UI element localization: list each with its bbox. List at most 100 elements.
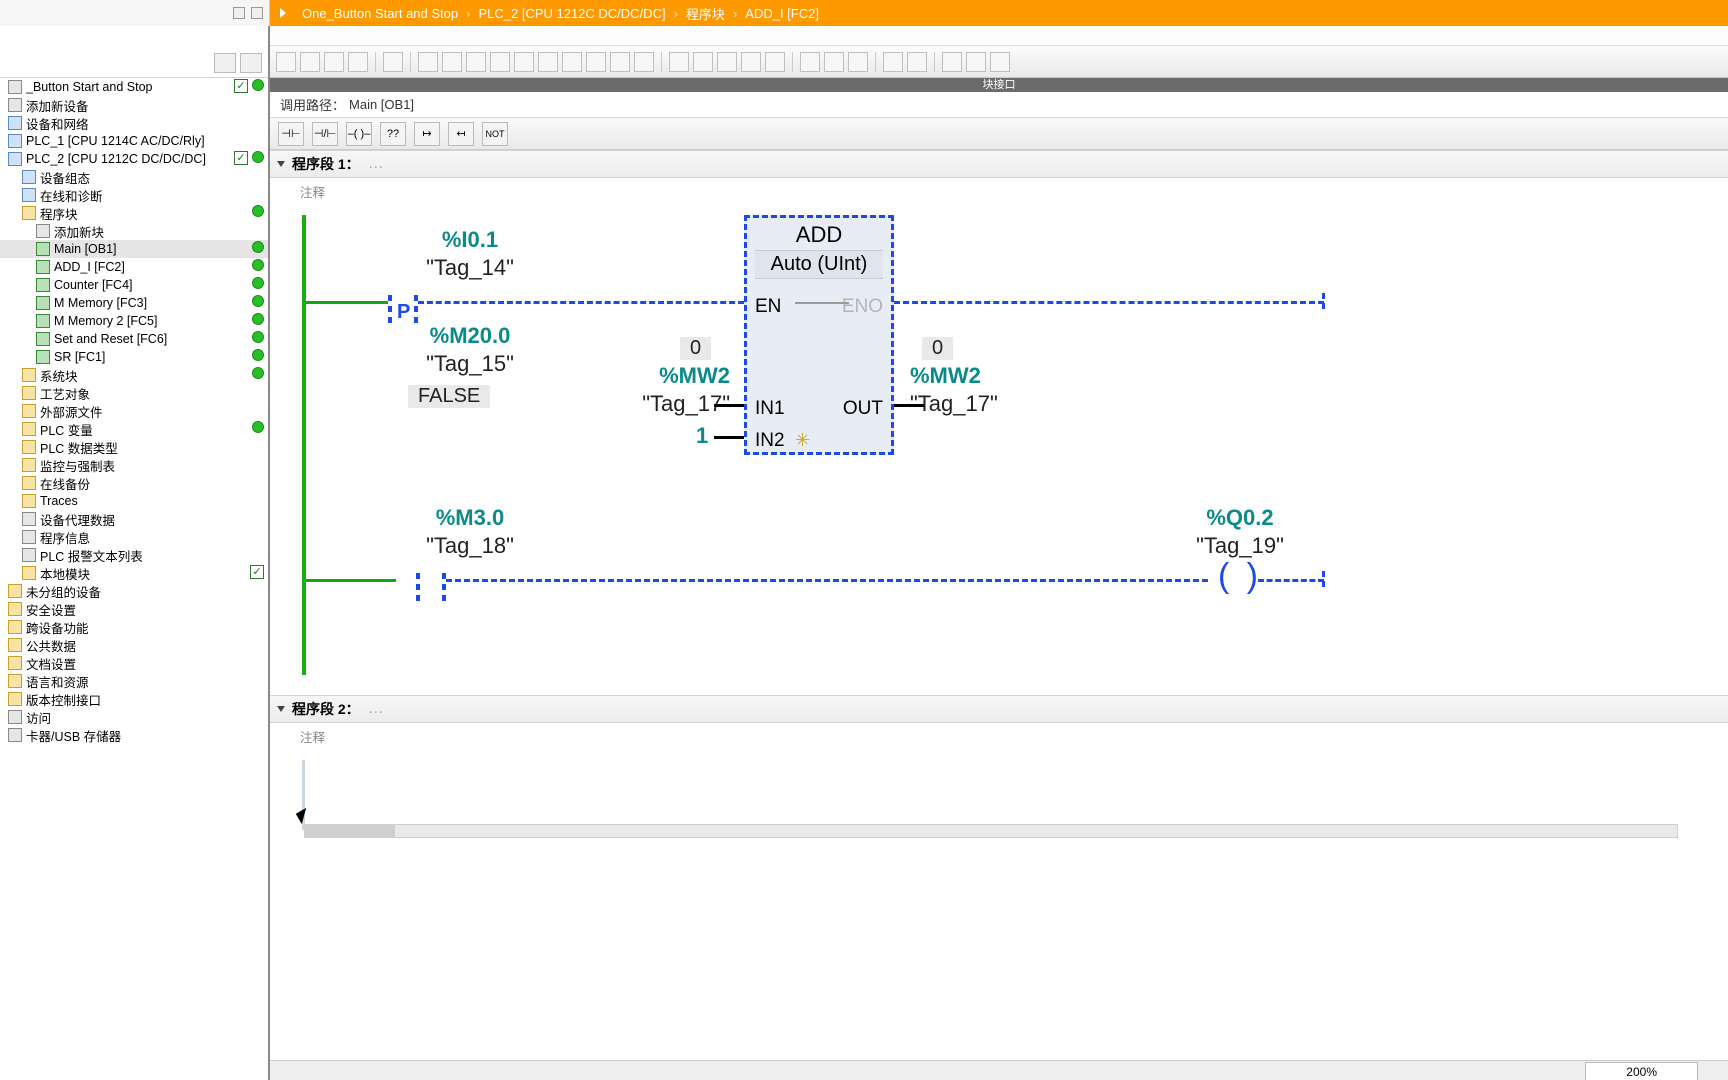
toolbar-btn[interactable] [324, 52, 344, 72]
breadcrumb-back-icon[interactable] [280, 8, 290, 18]
toolbar-btn[interactable] [348, 52, 368, 72]
toolbar-btn[interactable] [538, 52, 558, 72]
in1-address[interactable]: %MW2 [600, 363, 730, 389]
toolbar-btn[interactable] [300, 52, 320, 72]
collapse-triangle-icon[interactable] [277, 161, 285, 167]
toolbar-btn[interactable] [848, 52, 868, 72]
tree-item[interactable]: 卡器/USB 存储器 [0, 726, 268, 744]
toolbar-btn[interactable] [824, 52, 844, 72]
tree-item[interactable]: 系统块 [0, 366, 268, 384]
toolbar-btn[interactable] [669, 52, 689, 72]
toolbar-btn[interactable] [765, 52, 785, 72]
networks-area[interactable]: 程序段 1： … 注释 %I0.1 "Tag_14" P [270, 150, 1728, 1060]
tree-item[interactable]: 程序信息 [0, 528, 268, 546]
tree-item[interactable]: PLC_1 [CPU 1214C AC/DC/Rly] [0, 132, 268, 150]
sidebar-view-tool-1[interactable] [214, 53, 236, 73]
tree-item[interactable]: 安全设置 [0, 600, 268, 618]
add-block[interactable]: ADD Auto (UInt) EN ENO IN1 OUT IN2 ✳ [744, 215, 894, 455]
tree-item[interactable]: PLC 变量 [0, 420, 268, 438]
call-path-value[interactable]: Main [OB1] [349, 97, 414, 112]
tree-item[interactable]: 添加新块 [0, 222, 268, 240]
sidebar-view-tool-2[interactable] [240, 53, 262, 73]
network-2-canvas[interactable] [270, 750, 1728, 860]
breadcrumb-device[interactable]: PLC_2 [CPU 1212C DC/DC/DC] [478, 6, 665, 21]
toolbar-btn[interactable] [942, 52, 962, 72]
tree-item[interactable]: PLC_2 [CPU 1212C DC/DC/DC] [0, 150, 268, 168]
toolbar-btn[interactable] [610, 52, 630, 72]
tree-item[interactable]: 未分组的设备 [0, 582, 268, 600]
in2-literal[interactable]: 1 [696, 423, 708, 449]
tree-item[interactable]: 语言和资源 [0, 672, 268, 690]
collapse-triangle-icon[interactable] [277, 706, 285, 712]
tree-item[interactable]: 本地模块 [0, 564, 268, 582]
tree-item[interactable]: 文档设置 [0, 654, 268, 672]
tree-item[interactable]: 设备和网络 [0, 114, 268, 132]
tree-item[interactable]: M Memory [FC3] [0, 294, 268, 312]
network-2-header[interactable]: 程序段 2： … [270, 695, 1728, 723]
tree-item[interactable]: 工艺对象 [0, 384, 268, 402]
tree-item[interactable]: 监控与强制表 [0, 456, 268, 474]
network-1-comment[interactable]: 注释 [270, 178, 1728, 205]
in1-tagname[interactable]: "Tag_17" [600, 391, 730, 417]
contact2-tagname[interactable]: "Tag_18" [350, 533, 590, 559]
tree-item[interactable]: 程序块 [0, 204, 268, 222]
coil-tagname[interactable]: "Tag_19" [1140, 533, 1340, 559]
network-2-comment[interactable]: 注释 [270, 723, 1728, 750]
lad-branch-open-icon[interactable]: ↦ [414, 122, 440, 146]
tree-item[interactable]: 设备组态 [0, 168, 268, 186]
contact1-tagname[interactable]: "Tag_14" [350, 255, 590, 281]
toolbar-btn[interactable] [586, 52, 606, 72]
tree-item[interactable]: PLC 报警文本列表 [0, 546, 268, 564]
toolbar-btn[interactable] [490, 52, 510, 72]
tree-item[interactable]: Traces [0, 492, 268, 510]
toolbar-btn[interactable] [800, 52, 820, 72]
tree-item[interactable]: _Button Start and Stop [0, 78, 268, 96]
toolbar-btn[interactable] [990, 52, 1010, 72]
toolbar-btn[interactable] [634, 52, 654, 72]
tree-item[interactable]: Counter [FC4] [0, 276, 268, 294]
edge-mem-tagname[interactable]: "Tag_15" [350, 351, 590, 377]
toolbar-btn[interactable] [418, 52, 438, 72]
network-1-canvas[interactable]: %I0.1 "Tag_14" P %M20.0 "Tag_15" FALSE A… [270, 205, 1728, 695]
tree-item[interactable]: 添加新设备 [0, 96, 268, 114]
toolbar-btn[interactable] [276, 52, 296, 72]
lad-box-icon[interactable]: ?? [380, 122, 406, 146]
tree-item[interactable]: 在线备份 [0, 474, 268, 492]
breadcrumb[interactable]: One_Button Start and Stop › PLC_2 [CPU 1… [270, 0, 1728, 26]
tree-item[interactable]: ADD_I [FC2] [0, 258, 268, 276]
tree-item[interactable]: PLC 数据类型 [0, 438, 268, 456]
toolbar-btn[interactable] [907, 52, 927, 72]
add-block-type[interactable]: Auto (UInt) [755, 250, 883, 279]
tree-item[interactable]: Main [OB1] [0, 240, 268, 258]
lad-branch-close-icon[interactable]: ↤ [448, 122, 474, 146]
output-coil[interactable]: () [1218, 563, 1258, 603]
toolbar-btn[interactable] [693, 52, 713, 72]
tree-item[interactable]: 在线和诊断 [0, 186, 268, 204]
contact1-address[interactable]: %I0.1 [350, 227, 590, 253]
toolbar-btn[interactable] [514, 52, 534, 72]
tree-item[interactable]: 外部源文件 [0, 402, 268, 420]
scrollbar-thumb[interactable] [305, 825, 395, 837]
sidebar-tool-1[interactable] [233, 7, 245, 19]
tree-item[interactable]: 跨设备功能 [0, 618, 268, 636]
toolbar-btn[interactable] [717, 52, 737, 72]
tree-item[interactable]: 设备代理数据 [0, 510, 268, 528]
tree-item[interactable]: 版本控制接口 [0, 690, 268, 708]
breadcrumb-block[interactable]: ADD_I [FC2] [745, 6, 819, 21]
tree-item[interactable]: M Memory 2 [FC5] [0, 312, 268, 330]
out-tagname[interactable]: "Tag_17" [910, 391, 1050, 417]
lad-coil-icon[interactable]: –( )– [346, 122, 372, 146]
breadcrumb-project[interactable]: One_Button Start and Stop [302, 6, 458, 21]
toolbar-btn[interactable] [383, 52, 403, 72]
toolbar-btn[interactable] [741, 52, 761, 72]
toolbar-btn[interactable] [466, 52, 486, 72]
lad-not-icon[interactable]: NOT [482, 122, 508, 146]
zoom-level[interactable]: 200% [1585, 1062, 1698, 1080]
out-address[interactable]: %MW2 [910, 363, 1050, 389]
star-icon[interactable]: ✳ [795, 430, 810, 451]
no-contact[interactable] [416, 555, 446, 601]
toolbar-btn[interactable] [883, 52, 903, 72]
coil-address[interactable]: %Q0.2 [1140, 505, 1340, 531]
lad-no-contact-icon[interactable]: ⊣⊢ [278, 122, 304, 146]
sidebar-tool-2[interactable] [251, 7, 263, 19]
